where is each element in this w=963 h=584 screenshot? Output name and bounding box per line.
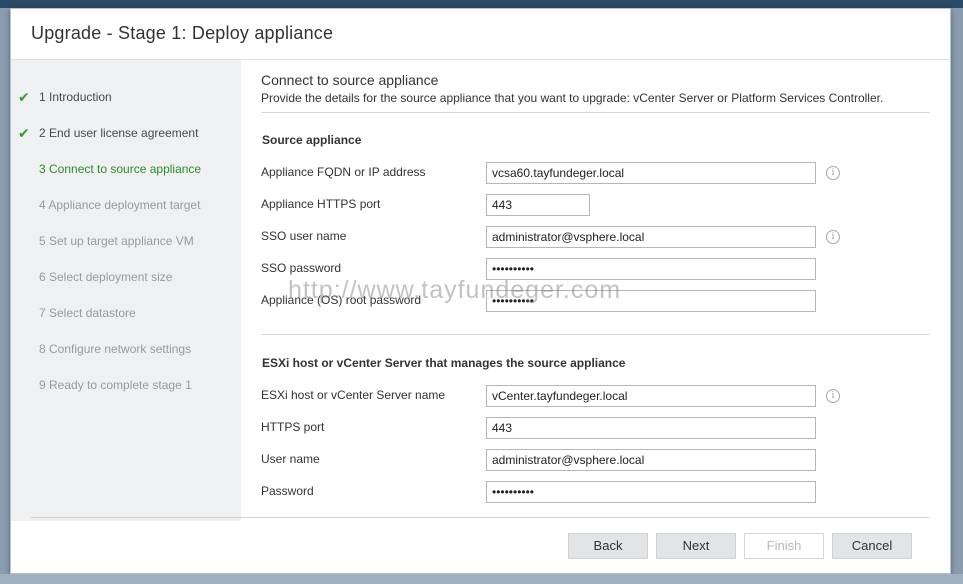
esxi-user-input[interactable]	[486, 449, 816, 471]
sso-user-label: SSO user name	[261, 229, 347, 243]
step-label: 5 Set up target appliance VM	[39, 234, 194, 248]
window-backdrop-top	[0, 0, 963, 8]
step-datastore: 7 Select datastore	[11, 301, 241, 325]
info-icon[interactable]: i	[826, 389, 840, 403]
footer-divider	[31, 517, 929, 518]
step-introduction[interactable]: ✔ 1 Introduction	[11, 85, 241, 109]
step-label: 2 End user license agreement	[39, 126, 199, 140]
check-icon: ✔	[18, 125, 30, 141]
esxi-password-label: Password	[261, 484, 314, 498]
step-label: 1 Introduction	[39, 90, 112, 104]
finish-button: Finish	[744, 533, 824, 559]
step-network-settings: 8 Configure network settings	[11, 337, 241, 361]
https-port-label: Appliance HTTPS port	[261, 197, 381, 211]
cancel-button[interactable]: Cancel	[832, 533, 912, 559]
step-eula[interactable]: ✔ 2 End user license agreement	[11, 121, 241, 145]
page-description: Provide the details for the source appli…	[261, 91, 884, 105]
divider	[261, 334, 930, 335]
server-name-input[interactable]	[486, 385, 816, 407]
sso-user-input[interactable]	[486, 226, 816, 248]
https-port-input[interactable]	[486, 194, 590, 216]
content-pane: Connect to source appliance Provide the …	[261, 60, 930, 521]
step-label: 7 Select datastore	[39, 306, 136, 320]
back-button[interactable]: Back	[568, 533, 648, 559]
step-ready-complete: 9 Ready to complete stage 1	[11, 373, 241, 397]
divider	[261, 112, 930, 113]
root-password-label: Appliance (OS) root password	[261, 293, 422, 307]
step-setup-vm: 5 Set up target appliance VM	[11, 229, 241, 253]
step-label: 6 Select deployment size	[39, 270, 173, 284]
dialog-header: Upgrade - Stage 1: Deploy appliance	[11, 9, 950, 60]
step-deployment-target: 4 Appliance deployment target	[11, 193, 241, 217]
sso-password-label: SSO password	[261, 261, 342, 275]
fqdn-label: Appliance FQDN or IP address	[261, 165, 426, 179]
upgrade-dialog: Upgrade - Stage 1: Deploy appliance ✔ 1 …	[10, 8, 951, 574]
step-label: 9 Ready to complete stage 1	[39, 378, 192, 392]
wizard-steps-sidebar: ✔ 1 Introduction ✔ 2 End user license ag…	[11, 60, 241, 521]
esxi-https-port-label: HTTPS port	[261, 420, 325, 434]
check-icon: ✔	[18, 89, 30, 105]
step-connect-source[interactable]: 3 Connect to source appliance	[11, 157, 241, 181]
esxi-password-input[interactable]	[486, 481, 816, 503]
info-icon[interactable]: i	[826, 230, 840, 244]
root-password-input[interactable]	[486, 290, 816, 312]
esxi-user-label: User name	[261, 452, 320, 466]
dialog-title: Upgrade - Stage 1: Deploy appliance	[31, 23, 334, 43]
step-label: 8 Configure network settings	[39, 342, 192, 356]
server-name-label: ESXi host or vCenter Server name	[261, 388, 446, 402]
sso-password-input[interactable]	[486, 258, 816, 280]
fqdn-input[interactable]	[486, 162, 816, 184]
esxi-host-heading: ESXi host or vCenter Server that manages…	[262, 356, 626, 370]
esxi-https-port-input[interactable]	[486, 417, 816, 439]
next-button[interactable]: Next	[656, 533, 736, 559]
step-deployment-size: 6 Select deployment size	[11, 265, 241, 289]
source-appliance-heading: Source appliance	[262, 133, 362, 147]
step-label: 3 Connect to source appliance	[39, 162, 202, 176]
page-title: Connect to source appliance	[261, 72, 439, 88]
info-icon[interactable]: i	[826, 166, 840, 180]
step-label: 4 Appliance deployment target	[39, 198, 201, 212]
window-backdrop-bottom	[0, 574, 963, 584]
